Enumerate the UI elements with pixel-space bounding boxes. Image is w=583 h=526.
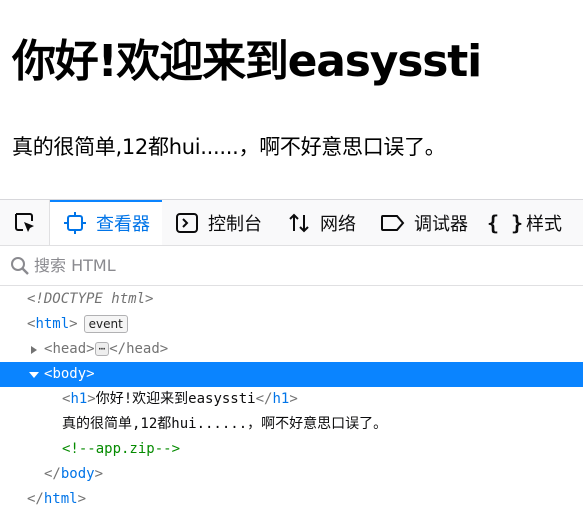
style-editor-icon: { } [486,210,524,235]
search-html-input[interactable] [34,256,534,275]
console-icon [174,210,200,236]
page-heading: 你好!欢迎来到easyssti [12,36,482,87]
network-icon [286,210,312,236]
tab-label: 样式 [526,213,562,235]
html-close-node[interactable]: </html> [0,487,583,512]
tab-label: 控制台 [208,213,262,235]
expand-triangle-icon[interactable] [28,337,40,362]
tab-style-editor[interactable]: { } 样式 [480,200,574,245]
head-close-tag: head [126,341,160,357]
body-node[interactable]: <body> [0,362,583,387]
head-tag: head [52,341,87,357]
body-close-tag: body [60,466,95,482]
comment-node[interactable]: <!--app.zip--> [0,437,583,462]
devtools-panel: 查看器 控制台 网络 调试器 {} 样式 搜索 HTML <!DOCTYPE … [0,199,583,526]
tab-label: 调试器 [414,213,468,235]
page-body-text: 真的很简单,12都hui......，啊不好意思口误了。 [12,135,446,159]
text-node-content: 真的很简单,12都hui......，啊不好意思口误了。 [62,416,388,432]
html-search-bar [0,246,583,286]
body-close-node[interactable]: </body> [0,462,583,487]
html-node[interactable]: <html> event [0,312,583,337]
h1-node[interactable]: <h1>你好!欢迎来到easyssti</h1> [0,387,583,412]
doctype-node[interactable]: <!DOCTYPE html> [0,287,583,312]
html-close-tag: html [43,491,78,507]
tab-console[interactable]: 控制台 [162,200,274,245]
event-badge[interactable]: event [83,315,128,333]
debugger-icon [380,210,406,236]
html-tag: html [35,316,70,332]
search-icon [11,256,29,275]
h1-text-node: 你好!欢迎来到easyssti [95,391,256,407]
collapsed-ellipsis-button[interactable]: ⋯ [94,342,110,356]
element-picker-button[interactable] [0,200,50,245]
body-tag: body [52,366,87,382]
h1-close-tag: h1 [272,391,290,407]
collapse-triangle-icon[interactable] [28,362,40,387]
markup-tree: <!DOCTYPE html> <html> event <head> ⋯ </hea… [0,287,583,512]
rendered-page: 你好!欢迎来到easyssti 真的很简单,12都hui......，啊不好意思… [0,0,583,199]
comment-content: <!--app.zip--> [62,441,181,457]
devtools-tabbar: 查看器 控制台 网络 调试器 {} 样式 [0,200,583,246]
inspector-icon [62,210,88,236]
element-picker-icon [14,212,34,232]
tab-inspector[interactable]: 查看器 [50,200,162,245]
h1-tag: h1 [70,391,88,407]
text-node[interactable]: 真的很简单,12都hui......，啊不好意思口误了。 [0,412,583,437]
tab-debugger[interactable]: 调试器 [368,200,480,245]
tab-label: 查看器 [96,213,150,235]
tab-network[interactable]: 网络 [274,200,368,245]
head-node[interactable]: <head> ⋯ </head> [0,337,583,362]
tab-label: 网络 [320,213,356,235]
